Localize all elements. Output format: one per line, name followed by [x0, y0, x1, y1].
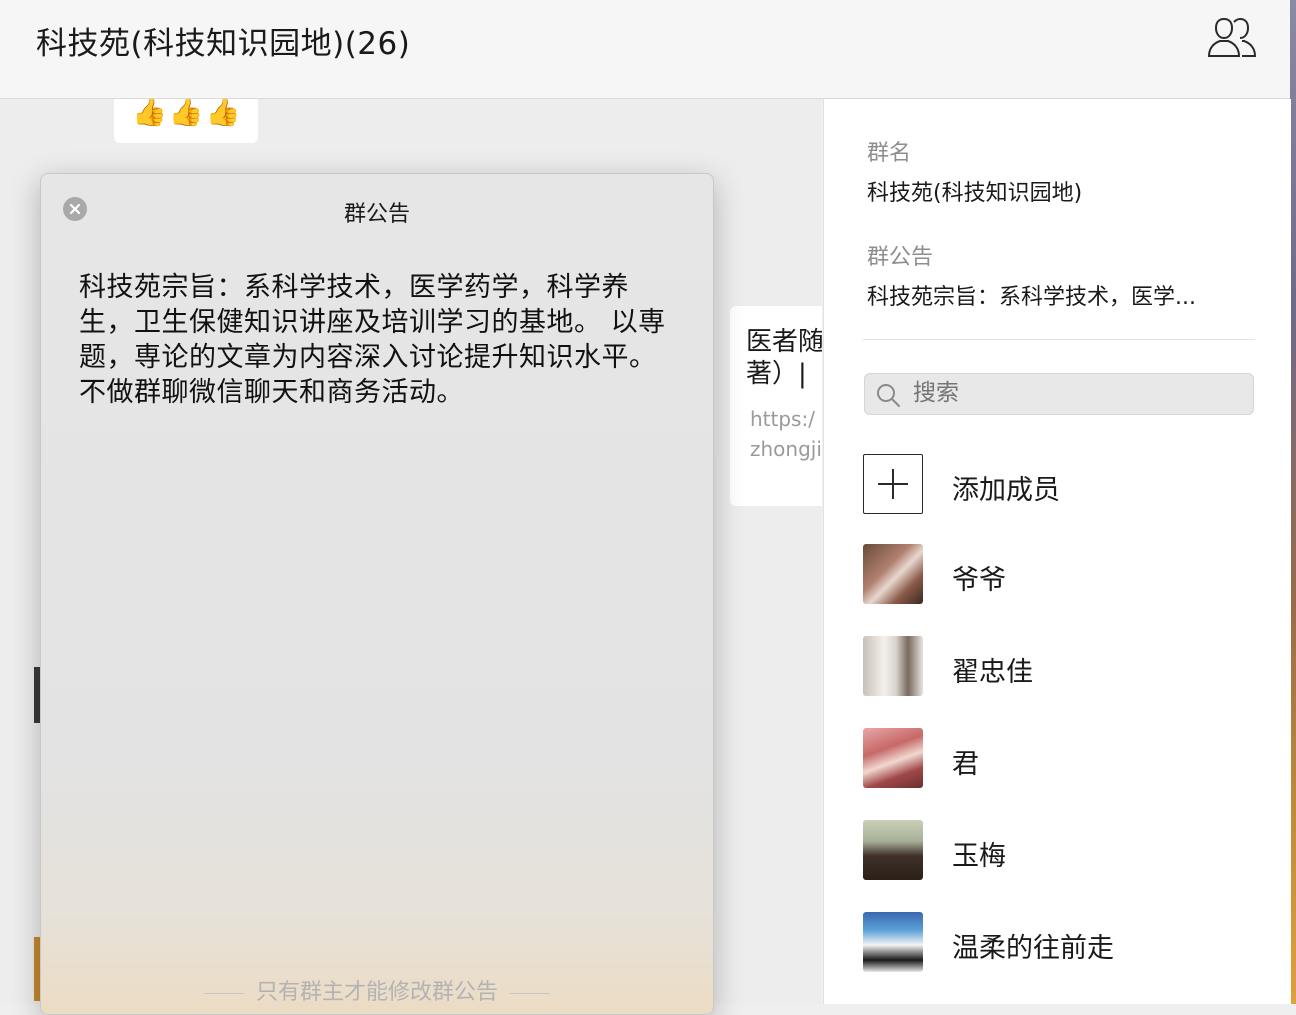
link-card-message[interactable]: 医者随 著）| https:/ zhongji [730, 306, 822, 506]
owner-only-note: 只有群主才能修改群公告 [255, 980, 498, 1005]
announcement-text: 科技苑宗旨：系科学技术，医学药学，科学养生，卫生保健知识讲座及培训学习的基地。 … [79, 272, 666, 408]
member-name: 翟忠佳 [952, 657, 1033, 688]
announcement-modal: 群公告 科技苑宗旨：系科学技术，医学药学，科学养生，卫生保健知识讲座及培训学习的… [40, 173, 714, 1015]
link-card-url: https:/ zhongji [750, 407, 822, 461]
group-name-label: 群名 [867, 141, 912, 166]
member-name: 爷爷 [952, 565, 1006, 596]
chat-header: 科技苑(科技知识园地)(26) [0, 0, 1290, 99]
member-name: 君 [952, 749, 979, 780]
avatar [863, 636, 923, 696]
group-members-icon[interactable] [1206, 16, 1258, 62]
add-member-button[interactable]: 添加成员 [863, 454, 1263, 514]
group-name-value[interactable]: 科技苑(科技知识园地) [867, 175, 1237, 207]
link-card-title: 医者随 著）| [746, 327, 822, 389]
thumbs-up-emoji: 👍👍👍 [132, 99, 243, 128]
member-item[interactable]: 翟忠佳 [863, 636, 1263, 696]
divider-line [203, 992, 244, 994]
member-item[interactable]: 温柔的往前走 [863, 912, 1263, 972]
announcement-preview[interactable]: 科技苑宗旨：系科学技术，医学... [867, 279, 1237, 311]
search-icon [877, 384, 900, 407]
avatar [863, 820, 923, 880]
message-bubble[interactable]: 👍👍👍 [114, 99, 258, 143]
member-name: 温柔的往前走 [952, 933, 1114, 964]
member-item[interactable]: 爷爷 [863, 544, 1263, 604]
search-input[interactable] [911, 379, 1235, 407]
avatar [863, 912, 923, 972]
avatar [863, 544, 923, 604]
member-name: 玉梅 [952, 841, 1006, 872]
member-item[interactable]: 玉梅 [863, 820, 1263, 880]
chat-title: 科技苑(科技知识园地)(26) [36, 26, 411, 62]
member-item[interactable]: 君 [863, 728, 1263, 788]
add-member-label: 添加成员 [952, 475, 1060, 506]
avatar [863, 728, 923, 788]
plus-icon [863, 454, 923, 514]
panel-divider [863, 339, 1255, 340]
group-info-panel: 群名 科技苑(科技知识园地) 群公告 科技苑宗旨：系科学技术，医学... 添加成… [823, 99, 1291, 1004]
announcement-label: 群公告 [867, 245, 934, 270]
modal-title: 群公告 [343, 202, 410, 227]
modal-footer: 只有群主才能修改群公告 [41, 974, 713, 1006]
divider-line [510, 992, 550, 994]
member-search[interactable] [864, 373, 1254, 415]
